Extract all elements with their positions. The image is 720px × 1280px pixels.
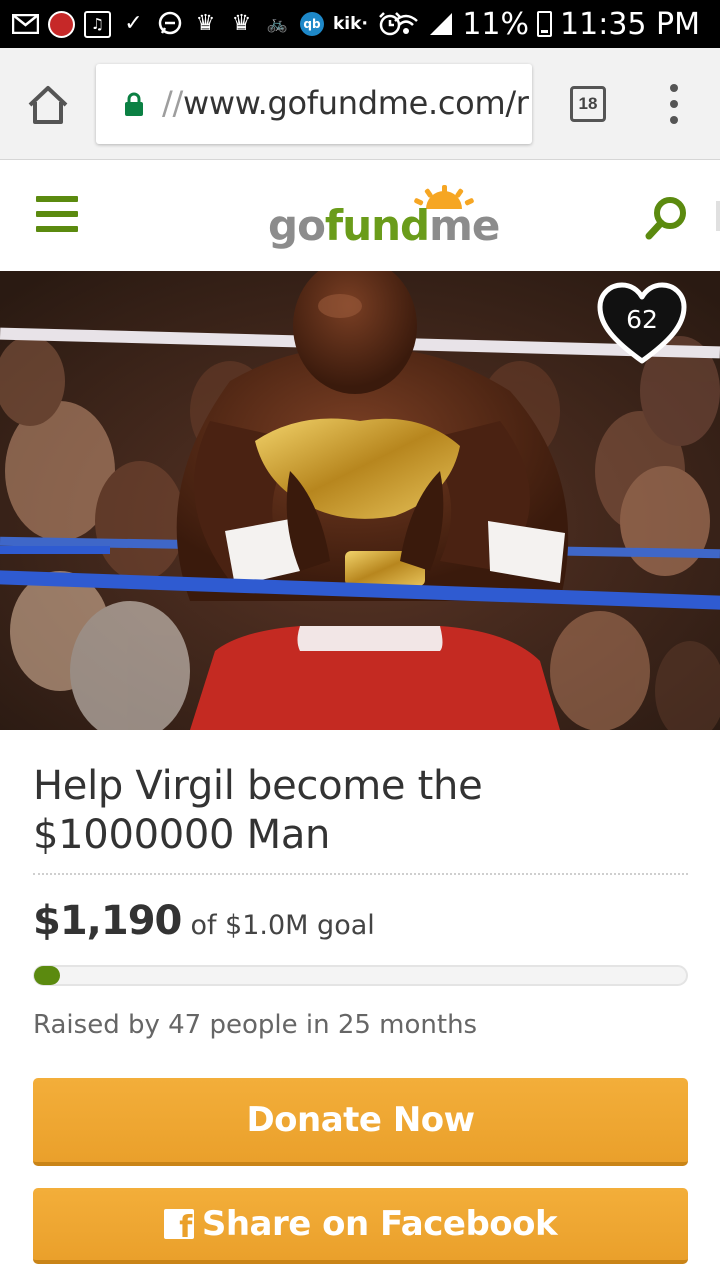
browser-toolbar: //www.gofundme.com/r 18 <box>0 48 720 160</box>
battery-icon <box>537 11 553 37</box>
tab-switcher-button[interactable]: 18 <box>570 86 606 122</box>
crown-icon-2: ♛ <box>231 11 252 36</box>
progress-bar-fill <box>34 966 60 985</box>
email-icon <box>12 11 39 38</box>
clock: 11:35 PM <box>560 6 700 42</box>
crown-icon: ♛ <box>195 11 216 36</box>
share-on-facebook-button[interactable]: f Share on Facebook <box>33 1188 688 1264</box>
music-icon: ♫ <box>84 10 111 38</box>
campaign-title: Help Virgil become the $1000000 Man <box>33 763 483 858</box>
donate-now-label: Donate Now <box>246 1100 475 1140</box>
checkmark-icon: ✓ <box>124 11 143 36</box>
header-edge-divider <box>716 201 720 231</box>
site-header: gofundme <box>0 161 720 271</box>
raised-by-text: Raised by 47 people in 25 months <box>33 1010 478 1040</box>
gofundme-logo[interactable]: gofundme <box>268 185 500 255</box>
notification-icons: ♫ ✓ ♛ ♛ 🚲 qb kik· <box>12 0 404 48</box>
wifi-icon <box>392 11 419 38</box>
signal-icon <box>427 11 454 38</box>
url-host: www.gofundme.com/r <box>182 84 529 122</box>
campaign-hero-image: 62 <box>0 271 720 730</box>
hamburger-menu-icon[interactable] <box>36 196 78 232</box>
search-icon[interactable] <box>644 195 690 241</box>
heart-count-badge[interactable]: 62 <box>596 281 688 367</box>
logo-fund: fund <box>324 201 430 250</box>
donate-now-button[interactable]: Donate Now <box>33 1078 688 1166</box>
cycling-icon: 🚲 <box>266 13 289 34</box>
logo-go: go <box>268 201 326 250</box>
url-text: //www.gofundme.com/r <box>162 84 529 122</box>
goal-text: of $1.0M goal <box>190 910 375 941</box>
dotted-divider <box>33 873 688 875</box>
chat-icon <box>156 11 183 38</box>
share-on-facebook-label: Share on Facebook <box>201 1204 558 1244</box>
logo-me: me <box>429 201 500 250</box>
status-bar: ♫ ✓ ♛ ♛ 🚲 qb kik· 11% 11:35 PM <box>0 0 720 48</box>
system-status: 11% 11:35 PM <box>392 0 700 48</box>
overflow-menu-icon[interactable] <box>662 84 686 124</box>
qb-app-icon: qb <box>300 12 324 36</box>
funding-summary: $1,190 of $1.0M goal <box>33 898 375 944</box>
kik-icon: kik· <box>333 14 368 34</box>
progress-bar <box>33 965 688 986</box>
home-icon[interactable] <box>26 83 70 127</box>
amount-raised: $1,190 <box>33 898 182 944</box>
battery-percentage: 11% <box>462 6 530 42</box>
app-notification-icon <box>48 10 75 38</box>
lock-icon <box>124 92 144 116</box>
heart-count: 62 <box>626 305 658 334</box>
url-scheme: // <box>162 84 183 122</box>
facebook-icon: f <box>163 1209 194 1239</box>
address-bar[interactable]: //www.gofundme.com/r <box>96 64 532 144</box>
